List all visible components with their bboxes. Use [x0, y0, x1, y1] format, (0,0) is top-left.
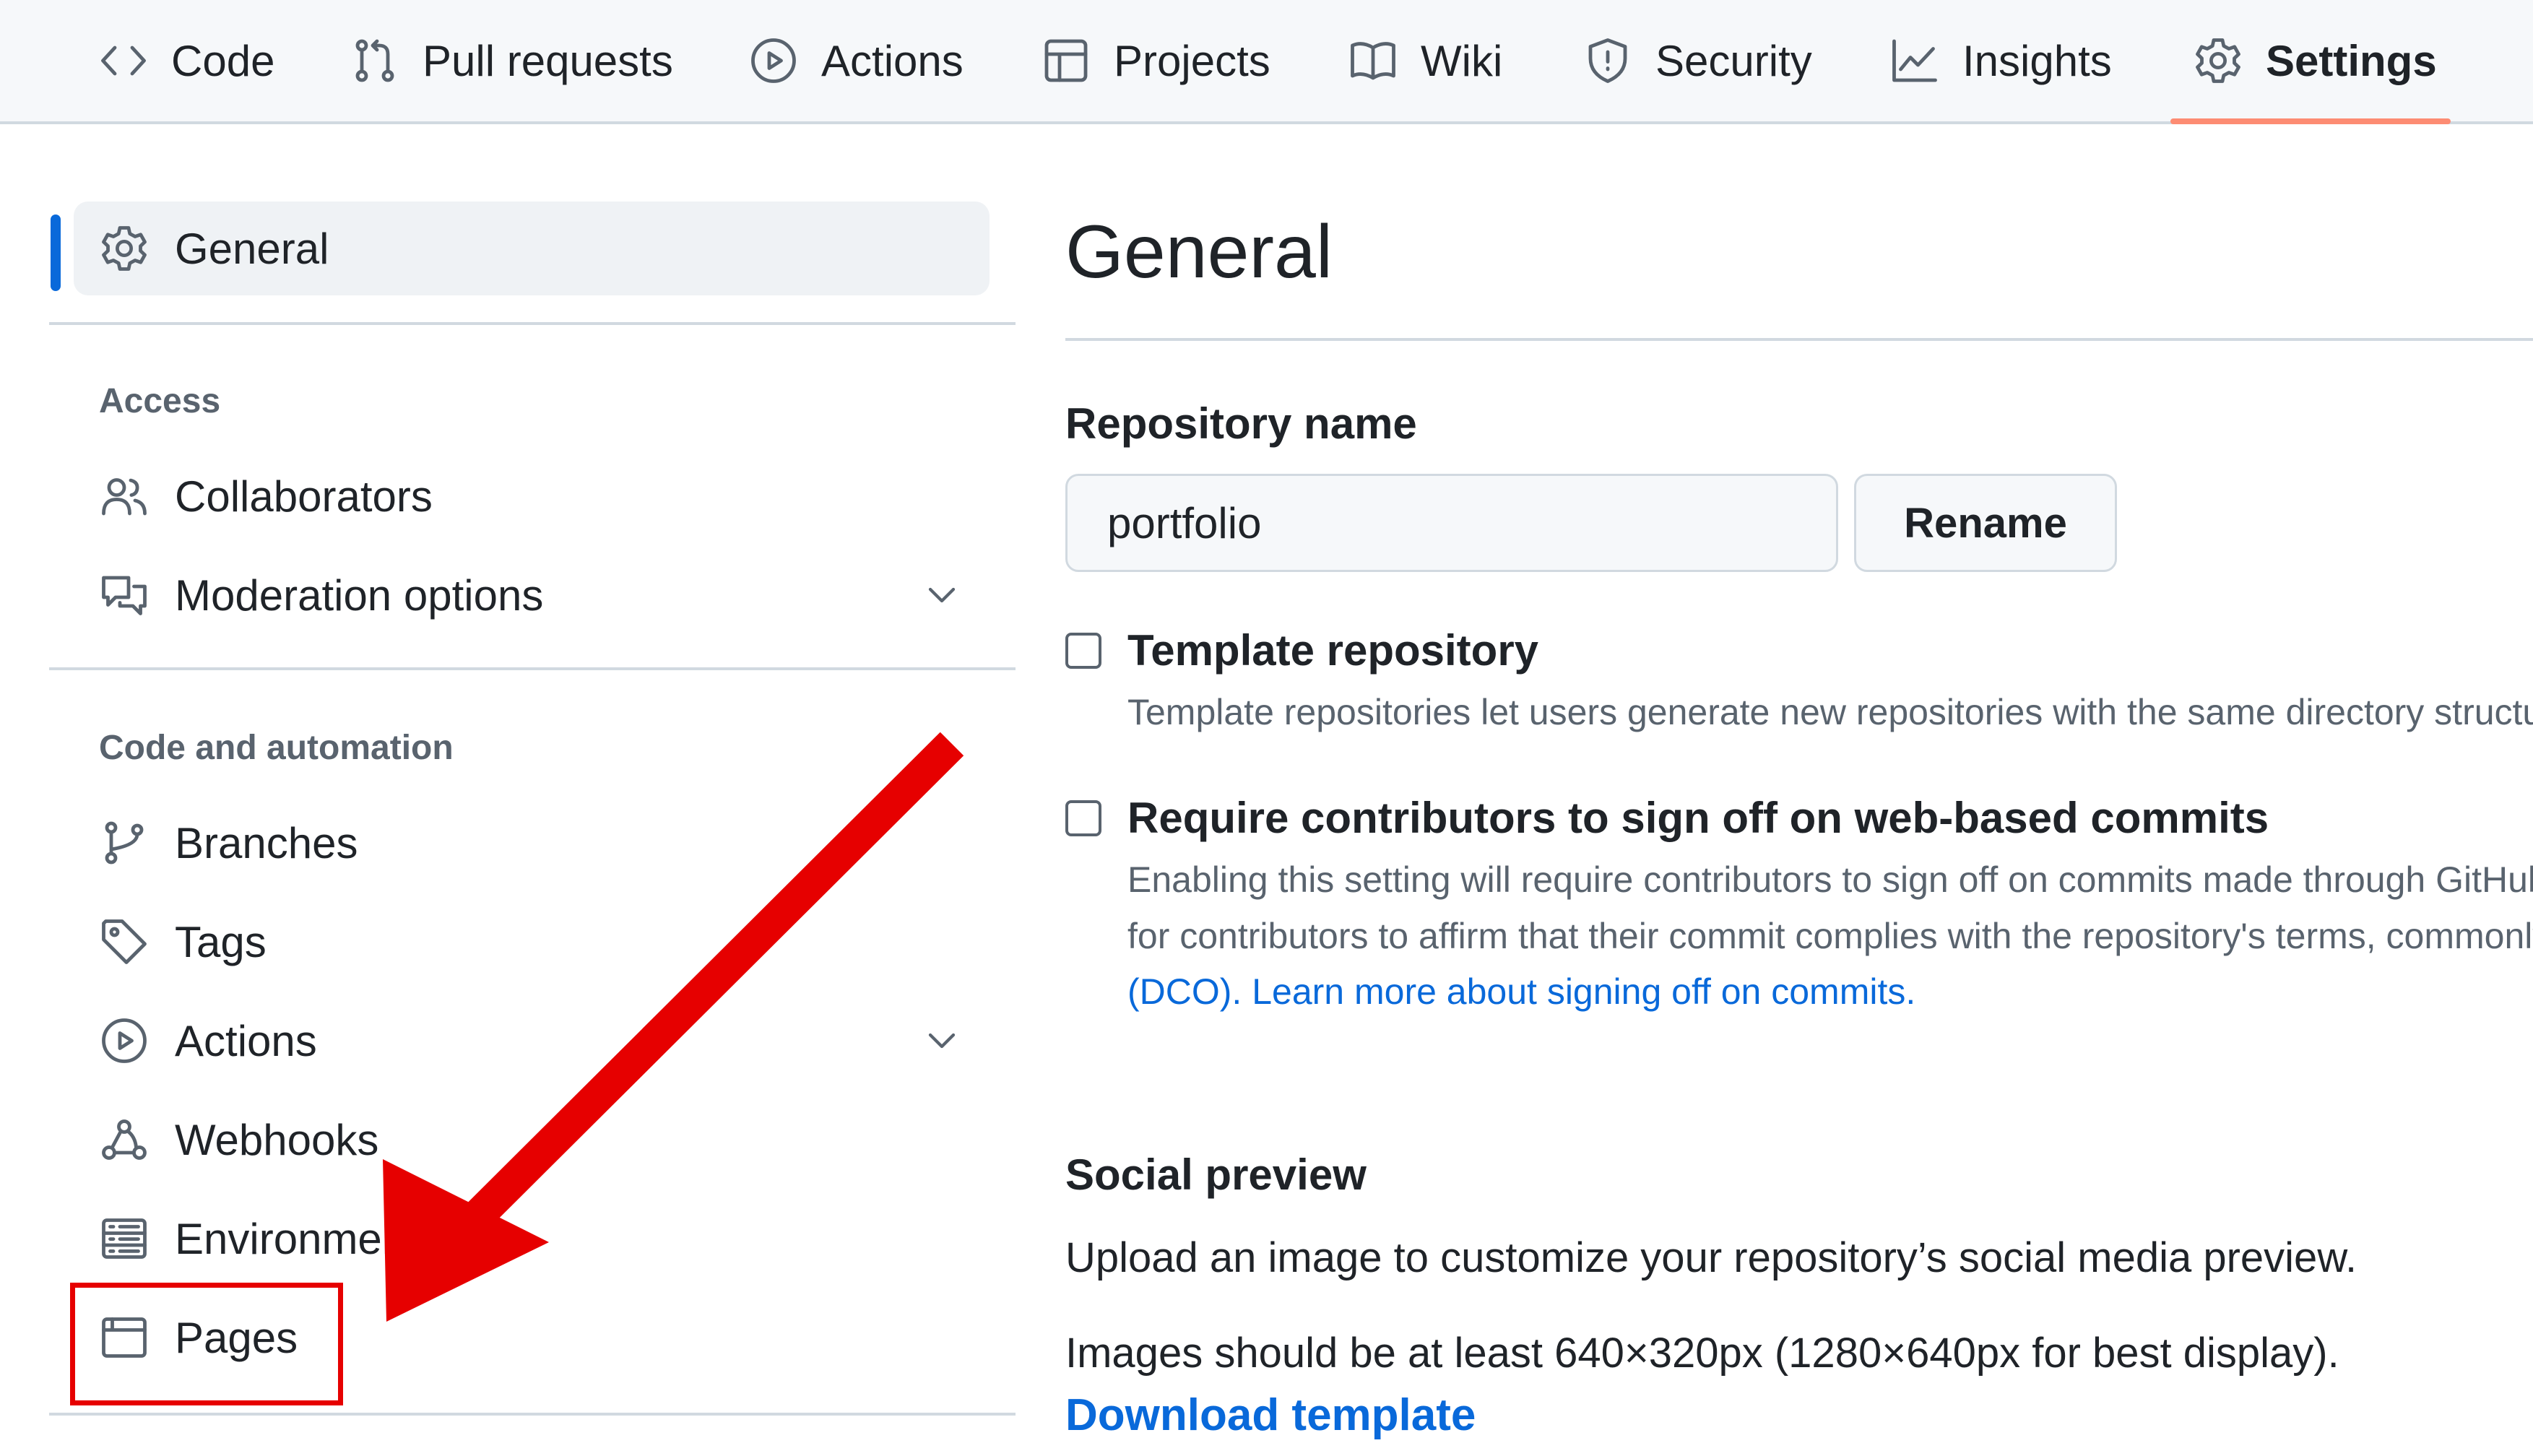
git-branch-icon	[105, 821, 144, 864]
sidebar-item-collaborators[interactable]: Collaborators	[74, 449, 990, 543]
tab-code-label: Code	[171, 36, 275, 85]
tab-pull-requests-label: Pull requests	[423, 36, 673, 85]
signoff-description-line: Enabling this setting will require contr…	[1127, 859, 2533, 900]
sidebar-item-tags[interactable]: Tags	[74, 895, 990, 989]
shield-icon	[1588, 38, 1627, 83]
sidebar-item-environments[interactable]: Environments	[74, 1192, 990, 1286]
tab-wiki-label: Wiki	[1421, 36, 1503, 85]
gear-icon	[102, 226, 147, 271]
learn-more-signoff-link[interactable]: Learn more about signing off on commits.	[1252, 971, 1915, 1012]
sidebar-item-label: Actions	[175, 1016, 317, 1065]
sidebar-item-moderation-options[interactable]: Moderation options	[74, 548, 990, 642]
table-icon	[1044, 39, 1088, 82]
tab-projects[interactable]: Projects	[1040, 0, 1270, 121]
sidebar-divider	[49, 667, 1016, 670]
sidebar-heading-access: Access	[99, 382, 221, 420]
git-pull-request-icon	[355, 39, 394, 82]
people-icon	[102, 478, 147, 516]
tab-insights-label: Insights	[1962, 36, 2112, 85]
repository-name-input[interactable]	[1065, 474, 1838, 572]
sidebar-item-label: Tags	[175, 917, 267, 966]
pages-highlight-box	[70, 1283, 343, 1405]
settings-main: General Repository name Rename Template …	[1065, 124, 2533, 1456]
tab-pull-requests[interactable]: Pull requests	[349, 0, 673, 121]
template-repository-title: Template repository	[1127, 626, 1539, 675]
tab-wiki[interactable]: Wiki	[1347, 0, 1502, 121]
title-divider	[1065, 338, 2533, 341]
sidebar-divider	[49, 1413, 1016, 1416]
sidebar-heading-code-automation: Code and automation	[99, 729, 454, 767]
repository-name-label: Repository name	[1065, 399, 1417, 448]
sidebar-item-webhooks[interactable]: Webhooks	[74, 1093, 990, 1187]
book-icon	[1351, 42, 1395, 80]
signoff-checkbox[interactable]	[1065, 800, 1101, 836]
repo-nav-bar: Code Pull requests Actions Projects Wiki…	[0, 0, 2533, 124]
download-template-link[interactable]: Download template	[1065, 1390, 1476, 1441]
template-repository-description: Template repositories let users generate…	[1127, 692, 2533, 732]
server-icon	[102, 1218, 147, 1259]
play-icon	[102, 1018, 147, 1063]
graph-icon	[1892, 39, 1937, 82]
tab-security-label: Security	[1655, 36, 1812, 85]
tab-actions-label: Actions	[821, 36, 964, 85]
gear-icon	[2196, 38, 2240, 83]
tab-insights[interactable]: Insights	[1889, 0, 2112, 121]
sidebar-divider	[49, 322, 1016, 325]
active-item-indicator	[51, 214, 61, 291]
signoff-title: Require contributors to sign off on web-…	[1127, 794, 2269, 842]
tab-security[interactable]: Security	[1582, 0, 1812, 121]
webhook-icon	[102, 1119, 147, 1160]
tag-icon	[102, 919, 147, 964]
sidebar-item-actions[interactable]: Actions	[74, 994, 990, 1088]
play-icon	[751, 38, 796, 83]
code-icon	[101, 46, 146, 76]
comment-discussion-icon	[102, 576, 147, 615]
tab-code[interactable]: Code	[98, 0, 274, 121]
chevron-down-icon[interactable]	[919, 572, 965, 618]
social-preview-heading: Social preview	[1065, 1150, 1367, 1199]
tab-actions[interactable]: Actions	[748, 0, 964, 121]
sidebar-item-label: Branches	[175, 818, 358, 867]
signoff-description-line: (DCO). Learn more about signing off on c…	[1127, 971, 1915, 1013]
sidebar-item-label: Collaborators	[175, 472, 433, 521]
sidebar-item-label: General	[175, 224, 329, 273]
tab-settings[interactable]: Settings	[2192, 0, 2437, 121]
sidebar-item-general[interactable]: General	[74, 202, 990, 295]
social-preview-description: Upload an image to customize your reposi…	[1065, 1234, 2357, 1281]
tab-settings-label: Settings	[2266, 36, 2437, 85]
settings-sidebar: General Access Collaborators Moderation …	[0, 124, 1026, 1456]
sidebar-item-label: Webhooks	[175, 1115, 379, 1164]
template-repository-checkbox[interactable]	[1065, 633, 1101, 669]
dco-link[interactable]: (DCO).	[1127, 971, 1242, 1012]
selected-tab-underline	[2170, 118, 2451, 124]
page-title: General	[1065, 210, 1333, 294]
sidebar-item-branches[interactable]: Branches	[74, 796, 990, 890]
signoff-description-line: for contributors to affirm that their co…	[1127, 916, 2533, 956]
sidebar-item-label: Environments	[175, 1214, 440, 1263]
rename-button[interactable]: Rename	[1854, 474, 2117, 572]
social-preview-size-hint: Images should be at least 640×320px (128…	[1065, 1330, 2339, 1377]
sidebar-item-label: Moderation options	[175, 571, 544, 620]
tab-projects-label: Projects	[1114, 36, 1270, 85]
chevron-down-icon[interactable]	[919, 1018, 965, 1064]
